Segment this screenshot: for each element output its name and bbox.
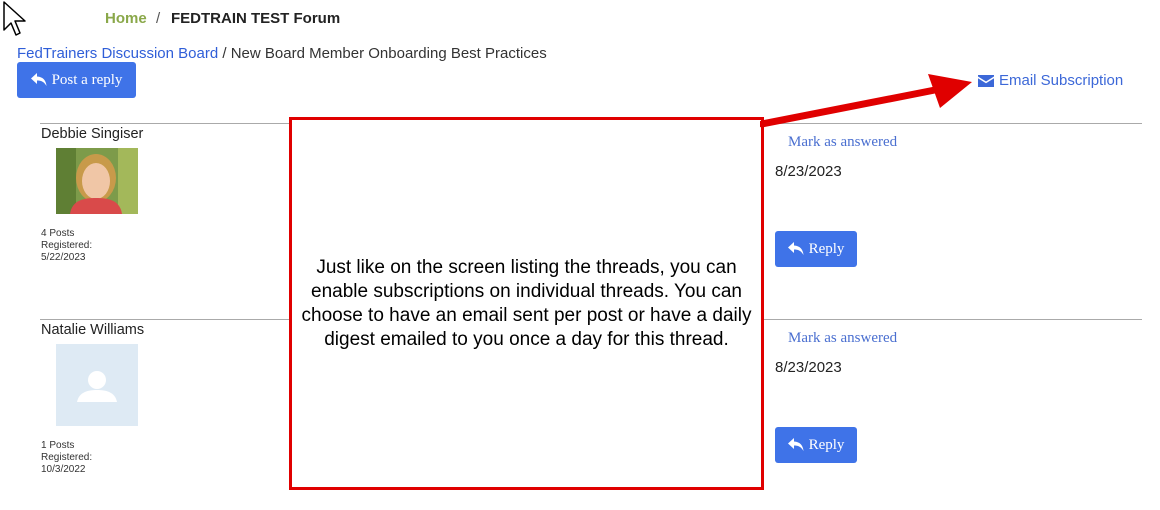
annotation-callout: Just like on the screen listing the thre…: [289, 117, 764, 490]
post-reply-label: Post a reply: [51, 71, 123, 88]
post-author[interactable]: Debbie Singiser: [41, 126, 143, 142]
thread-path: FedTrainers Discussion Board / New Board…: [17, 45, 547, 62]
board-link[interactable]: FedTrainers Discussion Board: [17, 45, 218, 62]
post-date: 8/23/2023: [775, 359, 842, 376]
registered-date: 10/3/2022: [41, 464, 86, 475]
author-meta: 1 Posts Registered: 10/3/2022: [41, 440, 92, 476]
mouse-cursor-icon: [3, 1, 26, 36]
post-date: 8/23/2023: [775, 163, 842, 180]
registered-label: Registered:: [41, 452, 93, 463]
post-author[interactable]: Natalie Williams: [41, 322, 144, 338]
post-count: 1 Posts: [41, 440, 75, 451]
annotation-arrow-icon: [760, 74, 972, 128]
registered-date: 5/22/2023: [41, 252, 86, 263]
reply-label: Reply: [808, 436, 845, 453]
email-subscription-label: Email Subscription: [999, 72, 1124, 89]
thread-path-separator: /: [218, 45, 231, 62]
thread-title: New Board Member Onboarding Best Practic…: [230, 45, 547, 62]
author-meta: 4 Posts Registered: 5/22/2023: [41, 228, 92, 264]
avatar: [56, 148, 138, 214]
breadcrumb-separator: /: [156, 10, 161, 27]
mark-as-answered-link[interactable]: Mark as answered: [788, 330, 897, 347]
annotation-text: Just like on the screen listing the thre…: [301, 256, 752, 350]
breadcrumb-home-link[interactable]: Home: [105, 10, 147, 27]
reply-icon: [787, 242, 804, 255]
registered-label: Registered:: [41, 240, 93, 251]
breadcrumb-forum: FEDTRAIN TEST Forum: [171, 10, 341, 27]
reply-button[interactable]: Reply: [775, 427, 857, 463]
post-reply-button[interactable]: Post a reply: [17, 62, 136, 98]
reply-icon: [30, 73, 47, 86]
reply-label: Reply: [808, 240, 845, 257]
envelope-icon: [978, 74, 994, 87]
reply-icon: [787, 438, 804, 451]
email-subscription-link[interactable]: Email Subscription: [978, 72, 1123, 89]
user-silhouette-icon: [77, 371, 117, 402]
mark-as-answered-link[interactable]: Mark as answered: [788, 134, 897, 151]
avatar-placeholder: [56, 344, 138, 426]
post-count: 4 Posts: [41, 228, 75, 239]
reply-button[interactable]: Reply: [775, 231, 857, 267]
